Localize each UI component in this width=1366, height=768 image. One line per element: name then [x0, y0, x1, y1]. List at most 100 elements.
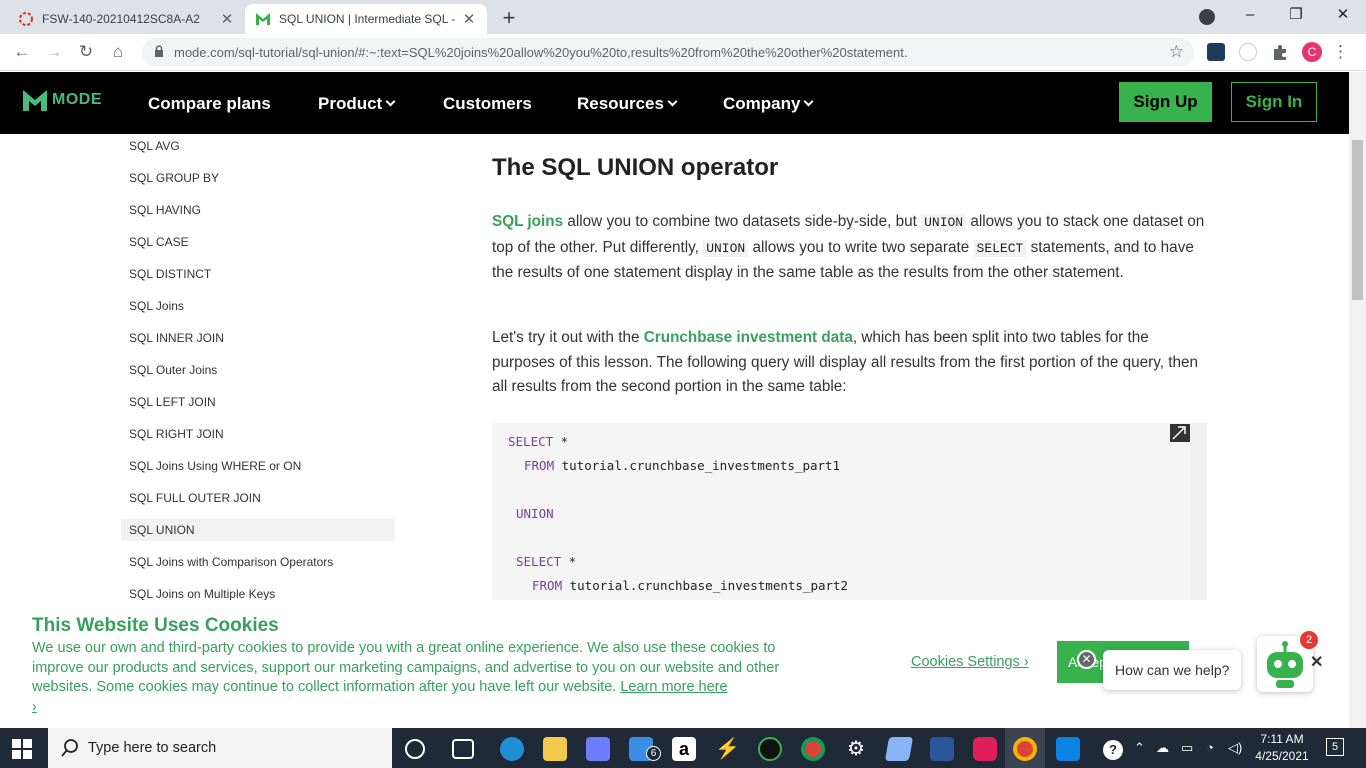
- sidebar-item-sql-having[interactable]: SQL HAVING: [121, 199, 395, 221]
- sidebar-item-sql-avg[interactable]: SQL AVG: [121, 135, 395, 157]
- slack-icon[interactable]: [973, 737, 997, 761]
- sql-keyword: SELECT: [508, 434, 554, 449]
- crunchbase-data-link[interactable]: Crunchbase investment data: [644, 329, 853, 346]
- mode-logo[interactable]: MODE: [22, 88, 102, 112]
- home-icon[interactable]: ⌂: [106, 40, 130, 64]
- scrollbar-thumb[interactable]: [1352, 140, 1363, 300]
- sidebar-item-sql-inner-join[interactable]: SQL INNER JOIN: [121, 327, 395, 349]
- learn-more-arrow[interactable]: ›: [32, 699, 37, 715]
- settings-gear-icon[interactable]: ⚙: [844, 737, 868, 761]
- browser-tab-strip: FSW-140-20210412SC8A-A2 ✕ SQL UNION | In…: [0, 0, 1366, 34]
- wifi-icon[interactable]: ◔: [1206, 740, 1214, 755]
- sidebar-item-sql-group-by[interactable]: SQL GROUP BY: [121, 167, 395, 189]
- extension-clock-icon[interactable]: [1239, 43, 1257, 61]
- bookmark-star-icon[interactable]: ☆: [1169, 42, 1184, 62]
- taskbar-clock[interactable]: 7:11 AM 4/25/2021: [1254, 731, 1310, 765]
- sidebar-item-sql-case[interactable]: SQL CASE: [121, 231, 395, 253]
- sql-keyword: FROM: [532, 578, 563, 593]
- maximize-button[interactable]: ❐: [1273, 3, 1319, 27]
- onedrive-icon[interactable]: ☁: [1156, 740, 1169, 756]
- cortana-icon[interactable]: [405, 739, 425, 759]
- sidebar-item-sql-union[interactable]: SQL UNION: [121, 519, 395, 541]
- nav-compare-plans[interactable]: Compare plans: [148, 94, 271, 114]
- chatbot-close-icon[interactable]: ✕: [1310, 652, 1323, 672]
- sidebar-item-sql-joins-where-on[interactable]: SQL Joins Using WHERE or ON: [121, 455, 395, 477]
- new-tab-button[interactable]: +: [497, 5, 521, 31]
- inline-code: SELECT: [973, 239, 1027, 257]
- vscode-icon[interactable]: [930, 737, 954, 761]
- sql-keyword: FROM: [524, 458, 555, 473]
- sidebar-item-sql-right-join[interactable]: SQL RIGHT JOIN: [121, 423, 395, 445]
- nav-customers[interactable]: Customers: [443, 94, 532, 114]
- intro-paragraph: SQL joins allow you to combine two datas…: [492, 210, 1207, 286]
- notepad-icon[interactable]: [884, 737, 914, 761]
- browser-menu-icon[interactable]: ⋮: [1332, 42, 1349, 62]
- page-title: The SQL UNION operator: [492, 154, 779, 181]
- forward-icon[interactable]: →: [42, 40, 66, 64]
- extension-react-icon[interactable]: [1207, 43, 1225, 61]
- extensions-puzzle-icon[interactable]: [1271, 43, 1289, 61]
- sidebar-item-sql-joins[interactable]: SQL Joins: [121, 295, 395, 317]
- file-explorer-icon[interactable]: [543, 737, 567, 761]
- chat-prompt-bubble[interactable]: How can we help?: [1103, 650, 1241, 690]
- learn-more-link[interactable]: Learn more here: [620, 679, 727, 695]
- chrome-icon[interactable]: [801, 737, 825, 761]
- nav-resources[interactable]: Resources: [577, 94, 678, 114]
- code-line: SELECT *: [508, 434, 568, 449]
- minimize-button[interactable]: –: [1227, 3, 1273, 27]
- sidebar-item-sql-left-join[interactable]: SQL LEFT JOIN: [121, 391, 395, 413]
- address-bar[interactable]: mode.com/sql-tutorial/sql-union/#:~:text…: [142, 38, 1194, 67]
- zap-app-icon[interactable]: ⚡: [715, 737, 740, 761]
- browser-tab-sql-union[interactable]: SQL UNION | Intermediate SQL - ✕: [245, 4, 487, 34]
- sidebar-item-sql-joins-multiple-keys[interactable]: SQL Joins on Multiple Keys: [121, 583, 395, 600]
- chat-bubble-close-icon[interactable]: ✕: [1077, 650, 1096, 669]
- nav-company[interactable]: Company: [723, 94, 814, 114]
- code-block[interactable]: [492, 423, 1207, 600]
- sidebar-item-sql-outer-joins[interactable]: SQL Outer Joins: [121, 359, 395, 381]
- reload-icon[interactable]: ↻: [74, 40, 98, 64]
- code-scrollbar[interactable]: [1191, 423, 1207, 600]
- sql-keyword: SELECT: [516, 554, 562, 569]
- tab-title: FSW-140-20210412SC8A-A2: [42, 12, 200, 26]
- sidebar-item-sql-joins-comparison[interactable]: SQL Joins with Comparison Operators: [121, 551, 395, 573]
- logo-text: MODE: [52, 91, 102, 108]
- store-icon[interactable]: [586, 737, 610, 761]
- volume-icon[interactable]: ◁): [1228, 740, 1242, 756]
- chrome-profile-icon[interactable]: [1013, 737, 1037, 761]
- chat-notification-badge: 2: [1300, 631, 1318, 649]
- back-icon[interactable]: ←: [10, 40, 34, 64]
- code-line: SELECT *: [516, 554, 576, 569]
- task-view-icon[interactable]: [452, 739, 474, 759]
- notification-center-icon[interactable]: 5: [1326, 738, 1344, 756]
- run-in-mode-icon[interactable]: [1170, 424, 1190, 442]
- help-icon[interactable]: ?: [1103, 740, 1123, 760]
- tray-chevron-up-icon[interactable]: ⌃: [1134, 740, 1145, 756]
- browser-tab-assignment[interactable]: FSW-140-20210412SC8A-A2 ✕: [8, 4, 245, 34]
- sign-in-button[interactable]: Sign In: [1231, 82, 1317, 122]
- windows-start-icon[interactable]: [12, 739, 32, 759]
- sidebar-item-sql-distinct[interactable]: SQL DISTINCT: [121, 263, 395, 285]
- tab-close-icon[interactable]: ✕: [219, 10, 235, 28]
- edge-icon[interactable]: [500, 737, 524, 761]
- paragraph-text: Let's try it out with the: [492, 329, 644, 346]
- profile-avatar[interactable]: C: [1302, 42, 1322, 62]
- tab-close-icon[interactable]: ✕: [461, 10, 477, 28]
- mongodb-compass-icon[interactable]: [758, 737, 782, 761]
- inline-code: UNION: [703, 239, 749, 257]
- code-line: UNION: [516, 506, 554, 521]
- git-client-icon[interactable]: [1056, 737, 1080, 761]
- nav-label: Company: [723, 94, 801, 113]
- sql-joins-link[interactable]: SQL joins: [492, 213, 563, 230]
- page-scrollbar[interactable]: [1349, 72, 1366, 728]
- nav-product[interactable]: Product: [318, 94, 396, 114]
- sidebar-item-sql-full-outer-join[interactable]: SQL FULL OUTER JOIN: [121, 487, 395, 509]
- battery-icon[interactable]: ▭: [1181, 740, 1193, 756]
- amazon-icon[interactable]: a: [672, 737, 696, 761]
- nav-label: Product: [318, 94, 383, 113]
- cookie-title: This Website Uses Cookies: [32, 615, 279, 636]
- tab-search-icon[interactable]: [1199, 9, 1215, 25]
- cookies-settings-link[interactable]: Cookies Settings ›: [911, 654, 1029, 670]
- close-window-button[interactable]: ✕: [1320, 3, 1366, 27]
- sign-up-button[interactable]: Sign Up: [1119, 82, 1212, 122]
- code-text: *: [553, 434, 569, 449]
